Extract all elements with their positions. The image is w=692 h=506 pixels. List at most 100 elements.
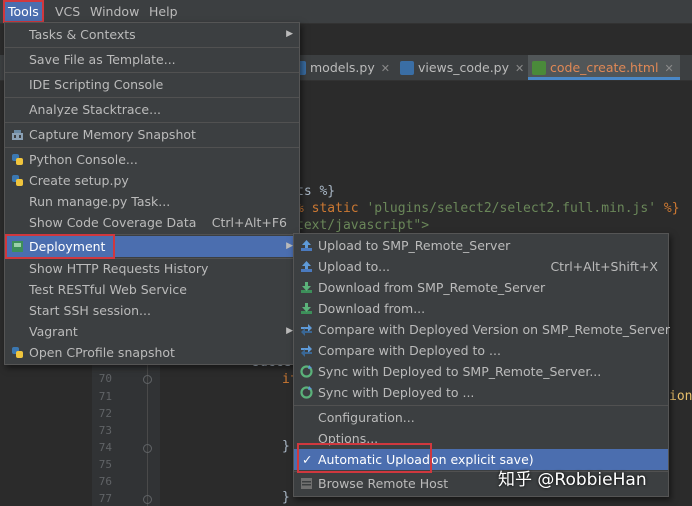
menu-item-download-from-server[interactable]: Download from SMP_Remote_Server bbox=[294, 277, 668, 298]
python-icon bbox=[12, 154, 23, 165]
menu-shortcut: Ctrl+Alt+F6 bbox=[211, 215, 287, 230]
menu-item-label: Upload to SMP_Remote_Server bbox=[318, 238, 511, 253]
upload-icon bbox=[301, 261, 312, 272]
menu-item-sync-to[interactable]: Sync with Deployed to ... bbox=[294, 382, 668, 403]
line-number: 76 bbox=[98, 475, 112, 488]
menu-item-label: Configuration... bbox=[318, 410, 415, 425]
browse-remote-icon bbox=[301, 478, 312, 489]
code-string: 'plugins/select2/select2.full.min.js' bbox=[366, 201, 657, 216]
menu-item-label: Vagrant bbox=[29, 324, 78, 339]
sync-icon bbox=[300, 386, 313, 399]
cprofile-icon bbox=[12, 347, 23, 358]
python-icon bbox=[12, 175, 23, 186]
menu-item-run-manage[interactable]: Run manage.py Task... bbox=[5, 191, 299, 212]
menu-item-download-from[interactable]: Download from... bbox=[294, 298, 668, 319]
menu-item-label: Capture Memory Snapshot bbox=[29, 127, 196, 142]
menu-item-create-setup[interactable]: Create setup.py bbox=[5, 170, 299, 191]
line-number: 71 bbox=[98, 390, 112, 403]
menu-tools[interactable]: Tools bbox=[3, 0, 44, 23]
code-line: } bbox=[282, 490, 290, 505]
tab-code-create[interactable]: code_create.html ✕ bbox=[528, 55, 680, 80]
download-icon bbox=[301, 282, 312, 293]
tab-views-code[interactable]: views_code.py ✕ bbox=[400, 55, 524, 80]
menu-item-label: Compare with Deployed Version on SMP_Rem… bbox=[318, 322, 670, 337]
code-keyword: % static bbox=[296, 201, 359, 216]
fold-marker[interactable] bbox=[143, 375, 152, 384]
menu-item-python-console[interactable]: Python Console... bbox=[5, 149, 299, 170]
menu-item-vagrant[interactable]: Vagrant ▶ bbox=[5, 321, 299, 342]
download-icon bbox=[301, 303, 312, 314]
close-icon[interactable]: ✕ bbox=[381, 62, 390, 75]
menu-item-http-history[interactable]: Show HTTP Requests History bbox=[5, 258, 299, 279]
code-line: % static 'plugins/select2/select2.full.m… bbox=[296, 201, 680, 216]
menu-item-test-restful[interactable]: Test RESTful Web Service bbox=[5, 279, 299, 300]
menu-separator bbox=[5, 97, 299, 98]
menu-item-ssh-session[interactable]: Start SSH session... bbox=[5, 300, 299, 321]
tab-models[interactable]: models.py ✕ bbox=[292, 55, 390, 80]
line-number: 75 bbox=[98, 458, 112, 471]
tools-menu: Tasks & Contexts ▶ Save File as Template… bbox=[4, 22, 300, 365]
menu-item-label: Browse Remote Host bbox=[318, 476, 449, 491]
line-number: 73 bbox=[98, 424, 112, 437]
menu-item-label: Compare with Deployed to ... bbox=[318, 343, 501, 358]
compare-icon bbox=[301, 345, 312, 357]
highlight-box bbox=[5, 234, 115, 259]
menu-item-label: Test RESTful Web Service bbox=[29, 282, 187, 297]
code-keyword: %} bbox=[663, 201, 680, 216]
menubar: Tools VCS Window Help bbox=[0, 0, 692, 24]
code-line: ts %} bbox=[296, 184, 336, 199]
menu-item-label: Run manage.py Task... bbox=[29, 194, 171, 209]
menu-item-label: Open CProfile snapshot bbox=[29, 345, 175, 360]
upload-icon bbox=[301, 240, 312, 251]
highlight-box bbox=[297, 443, 432, 473]
compare-icon bbox=[301, 324, 312, 336]
fold-guide bbox=[147, 365, 148, 506]
menu-item-label: IDE Scripting Console bbox=[29, 77, 164, 92]
submenu-arrow-icon: ▶ bbox=[286, 241, 293, 251]
menu-item-tasks-contexts[interactable]: Tasks & Contexts ▶ bbox=[5, 24, 299, 45]
menu-separator bbox=[5, 147, 299, 148]
submenu-arrow-icon: ▶ bbox=[286, 29, 293, 39]
menu-item-label: Download from... bbox=[318, 301, 426, 316]
submenu-arrow-icon: ▶ bbox=[286, 326, 293, 336]
menu-vcs[interactable]: VCS bbox=[50, 0, 85, 23]
menu-item-code-coverage[interactable]: Show Code Coverage Data Ctrl+Alt+F6 bbox=[5, 212, 299, 233]
menu-window[interactable]: Window bbox=[85, 0, 144, 23]
menu-item-upload-to-server[interactable]: Upload to SMP_Remote_Server bbox=[294, 235, 668, 256]
menu-item-label: Analyze Stacktrace... bbox=[29, 102, 162, 117]
menu-help[interactable]: Help bbox=[144, 0, 183, 23]
menu-item-capture-memory[interactable]: Capture Memory Snapshot bbox=[5, 124, 299, 145]
menu-item-ide-scripting-console[interactable]: IDE Scripting Console bbox=[5, 74, 299, 95]
menu-item-compare-server[interactable]: Compare with Deployed Version on SMP_Rem… bbox=[294, 319, 670, 340]
python-file-icon bbox=[400, 61, 414, 75]
menu-item-label: Create setup.py bbox=[29, 173, 129, 188]
menu-item-label: Sync with Deployed to SMP_Remote_Server.… bbox=[318, 364, 602, 379]
menu-shortcut: Ctrl+Alt+Shift+X bbox=[550, 259, 658, 274]
menu-separator bbox=[5, 122, 299, 123]
menu-item-sync-server[interactable]: Sync with Deployed to SMP_Remote_Server.… bbox=[294, 361, 668, 382]
menu-item-upload-to[interactable]: Upload to... Ctrl+Alt+Shift+X bbox=[294, 256, 668, 277]
close-icon[interactable]: ✕ bbox=[515, 62, 524, 75]
line-number: 72 bbox=[98, 407, 112, 420]
menu-item-label: Start SSH session... bbox=[29, 303, 151, 318]
close-icon[interactable]: ✕ bbox=[665, 62, 674, 75]
menu-item-cprofile[interactable]: Open CProfile snapshot bbox=[5, 342, 299, 363]
menu-item-compare-to[interactable]: Compare with Deployed to ... bbox=[294, 340, 668, 361]
menu-item-label: Python Console... bbox=[29, 152, 138, 167]
menu-separator bbox=[5, 72, 299, 73]
menu-item-analyze-stacktrace[interactable]: Analyze Stacktrace... bbox=[5, 99, 299, 120]
fold-marker[interactable] bbox=[143, 495, 152, 504]
tab-label: code_create.html bbox=[550, 60, 659, 75]
watermark: 知乎 @RobbieHan bbox=[498, 470, 647, 490]
menu-separator bbox=[5, 47, 299, 48]
menu-item-configuration[interactable]: Configuration... bbox=[294, 407, 668, 428]
menu-item-save-template[interactable]: Save File as Template... bbox=[5, 49, 299, 70]
code-fragment: ion bbox=[669, 389, 692, 404]
sync-icon bbox=[300, 365, 313, 378]
tab-label: models.py bbox=[310, 60, 375, 75]
fold-marker[interactable] bbox=[143, 444, 152, 453]
menu-item-label: Tasks & Contexts bbox=[29, 27, 136, 42]
menu-item-label: Show Code Coverage Data bbox=[29, 215, 197, 230]
line-number: 74 bbox=[98, 441, 112, 454]
html-file-icon bbox=[532, 61, 546, 75]
